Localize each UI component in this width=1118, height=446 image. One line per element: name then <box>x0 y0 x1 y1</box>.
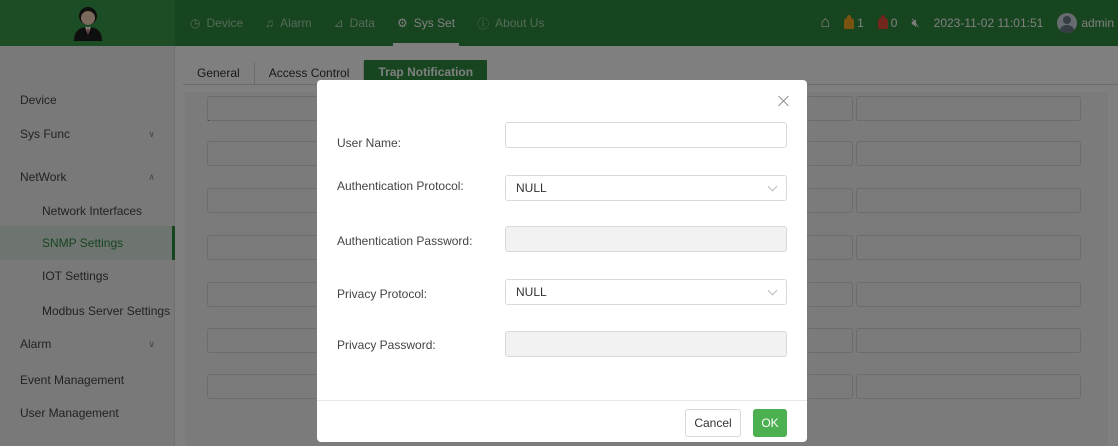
snmp-user-dialog: User Name: Authentication Protocol: NULL… <box>317 80 807 442</box>
modal-footer-divider <box>317 400 807 401</box>
privacy-protocol-label: Privacy Protocol: <box>337 287 428 301</box>
chevron-down-icon <box>767 285 778 296</box>
user-name-label: User Name: <box>337 136 402 150</box>
auth-password-input[interactable] <box>505 226 787 252</box>
user-name-input[interactable] <box>505 122 787 148</box>
auth-protocol-label: Authentication Protocol: <box>337 179 464 193</box>
auth-password-label: Authentication Password: <box>337 234 473 248</box>
privacy-password-input[interactable] <box>505 331 787 357</box>
ok-button[interactable]: OK <box>753 409 787 437</box>
privacy-password-label: Privacy Password: <box>337 338 436 352</box>
auth-protocol-select[interactable]: NULL <box>505 175 787 201</box>
privacy-protocol-value: NULL <box>516 285 547 299</box>
close-icon[interactable] <box>777 94 791 108</box>
cancel-button[interactable]: Cancel <box>685 409 741 437</box>
auth-protocol-value: NULL <box>516 181 547 195</box>
chevron-down-icon <box>767 181 778 192</box>
privacy-protocol-select[interactable]: NULL <box>505 279 787 305</box>
